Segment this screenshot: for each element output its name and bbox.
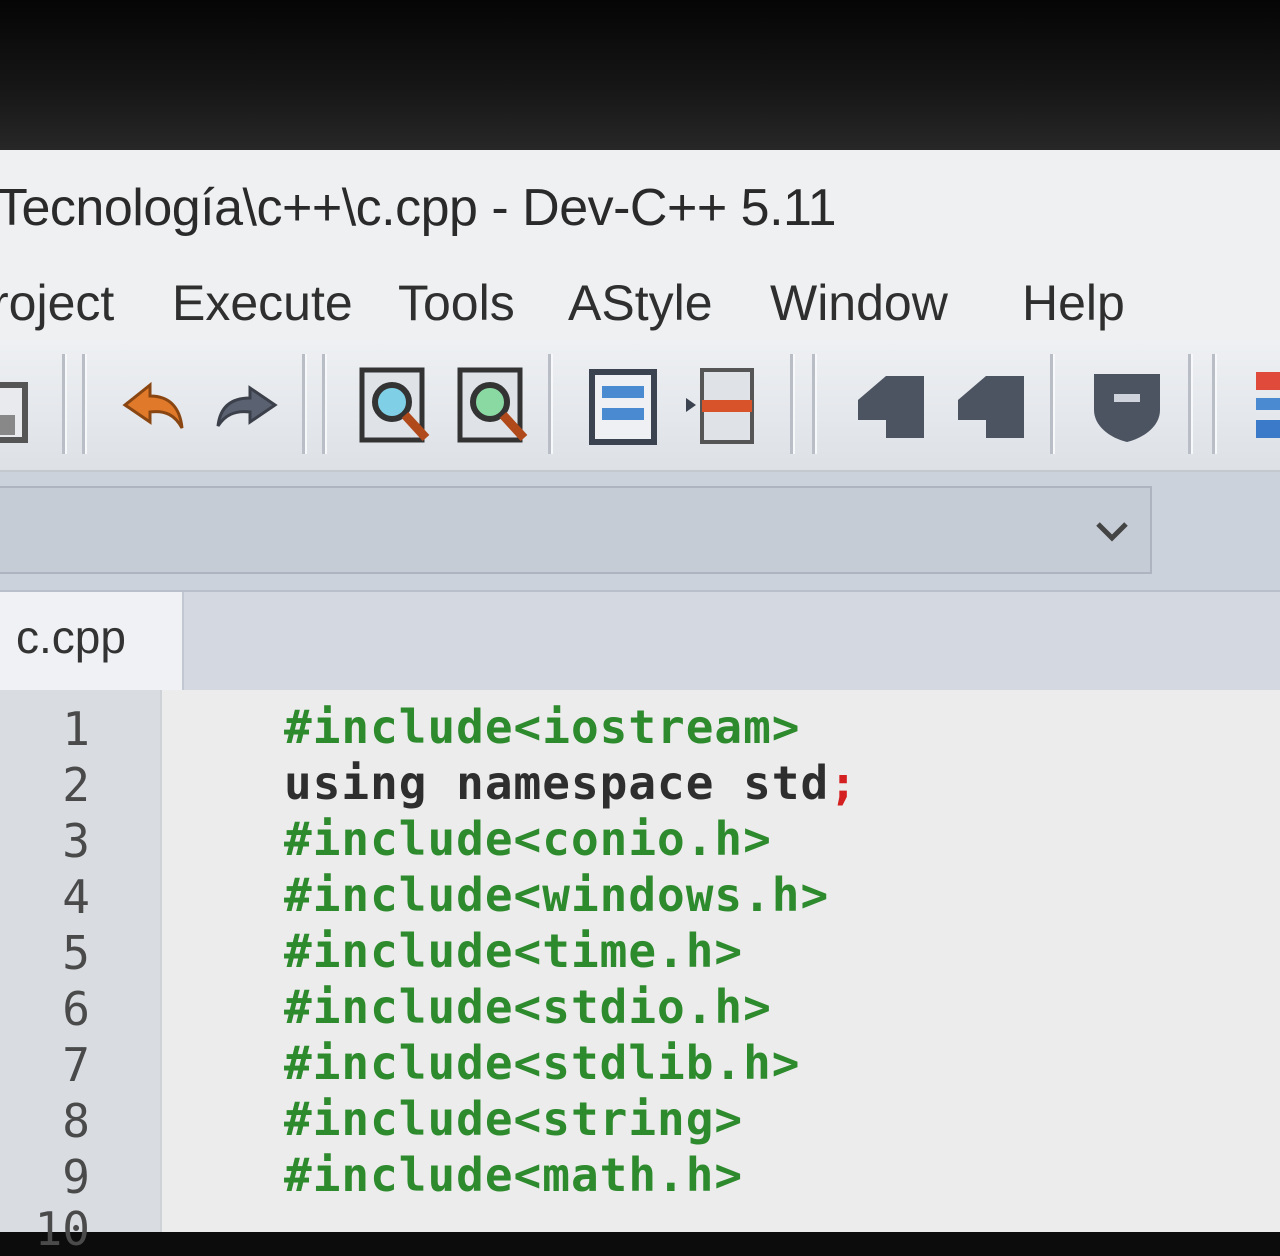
semicolon-token: ; bbox=[829, 756, 858, 810]
code-editor[interactable]: 1 2 3 4 5 6 7 8 9 10 #include<iostream> … bbox=[0, 690, 1280, 1256]
tab-c-cpp[interactable]: c.cpp bbox=[0, 592, 184, 692]
menu-help[interactable]: Help bbox=[1022, 274, 1125, 332]
line-number: 4 bbox=[62, 870, 90, 924]
toolbar-separator bbox=[812, 354, 817, 454]
menu-bar: roject Execute Tools AStyle Window Help bbox=[0, 270, 1280, 340]
code-line: #include<time.h> bbox=[284, 924, 744, 978]
compile-icon[interactable] bbox=[1246, 360, 1280, 450]
new-project-icon[interactable] bbox=[578, 360, 668, 450]
line-number: 5 bbox=[62, 926, 90, 980]
code-line: #include<string> bbox=[284, 1092, 744, 1146]
toolbar-separator bbox=[1050, 354, 1055, 454]
menu-window[interactable]: Window bbox=[770, 274, 948, 332]
goto-forward-icon[interactable] bbox=[946, 360, 1036, 450]
class-combo-row bbox=[0, 472, 1280, 590]
insert-item-icon[interactable] bbox=[676, 360, 766, 450]
redo-icon[interactable] bbox=[200, 360, 290, 450]
line-number-gutter: 1 2 3 4 5 6 7 8 9 10 bbox=[0, 690, 162, 1256]
toolbar-separator bbox=[62, 354, 67, 454]
toolbar bbox=[0, 340, 1280, 472]
title-bar: Tecnología\c++\c.cpp - Dev-C++ 5.11 bbox=[0, 150, 1280, 270]
toolbar-separator bbox=[82, 354, 87, 454]
monitor-bezel bbox=[0, 0, 1280, 160]
line-number: 9 bbox=[62, 1150, 90, 1204]
line-number: 1 bbox=[62, 702, 90, 756]
toolbar-separator bbox=[1212, 354, 1217, 454]
code-line: #include<stdlib.h> bbox=[284, 1036, 801, 1090]
undo-icon[interactable] bbox=[110, 360, 200, 450]
code-line: #include<windows.h> bbox=[284, 868, 830, 922]
save-icon[interactable] bbox=[0, 360, 40, 450]
code-text: using namespace std bbox=[284, 756, 830, 810]
code-line: #include<stdio.h> bbox=[284, 980, 772, 1034]
code-line: #include<math.h> bbox=[284, 1148, 744, 1202]
window-title: Tecnología\c++\c.cpp - Dev-C++ 5.11 bbox=[0, 179, 837, 237]
menu-astyle[interactable]: AStyle bbox=[568, 274, 713, 332]
class-selector-dropdown[interactable] bbox=[0, 486, 1152, 574]
toolbar-separator bbox=[322, 354, 327, 454]
toolbar-separator bbox=[1188, 354, 1193, 454]
class-browser-icon[interactable] bbox=[1082, 360, 1172, 450]
toolbar-separator bbox=[790, 354, 795, 454]
dev-cpp-window: Tecnología\c++\c.cpp - Dev-C++ 5.11 roje… bbox=[0, 150, 1280, 1256]
line-number: 2 bbox=[62, 758, 90, 812]
menu-tools[interactable]: Tools bbox=[398, 274, 515, 332]
menu-project[interactable]: roject bbox=[0, 274, 114, 332]
replace-icon[interactable] bbox=[448, 360, 538, 450]
editor-tab-bar: c.cpp bbox=[0, 590, 1280, 692]
line-number: 8 bbox=[62, 1094, 90, 1148]
line-number: 6 bbox=[62, 982, 90, 1036]
line-number: 3 bbox=[62, 814, 90, 868]
line-number: 7 bbox=[62, 1038, 90, 1092]
find-icon[interactable] bbox=[350, 360, 440, 450]
goto-back-icon[interactable] bbox=[846, 360, 936, 450]
toolbar-separator bbox=[302, 354, 307, 454]
code-line: using namespace std; bbox=[284, 756, 858, 810]
menu-execute[interactable]: Execute bbox=[172, 274, 353, 332]
line-number: 10 bbox=[34, 1202, 90, 1256]
chevron-down-icon[interactable] bbox=[1092, 510, 1132, 550]
code-line: #include<conio.h> bbox=[284, 812, 772, 866]
tab-label: c.cpp bbox=[16, 611, 126, 663]
code-line: #include<iostream> bbox=[284, 700, 801, 754]
toolbar-separator bbox=[548, 354, 553, 454]
